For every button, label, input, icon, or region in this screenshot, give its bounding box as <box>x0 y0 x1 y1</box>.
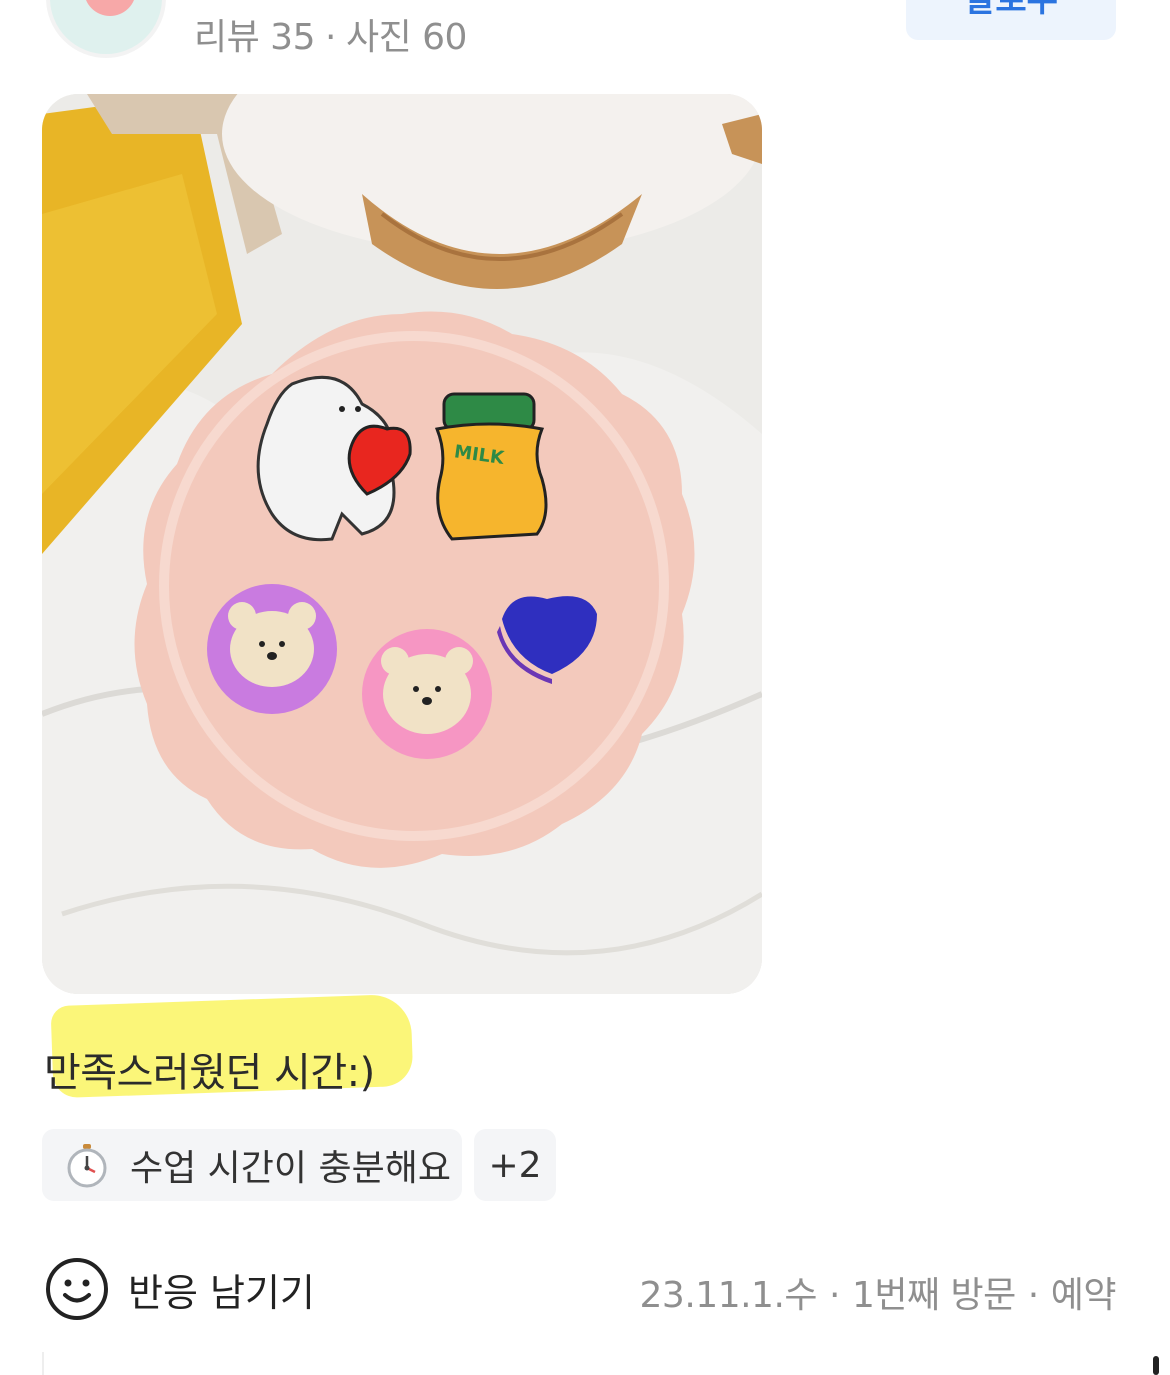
smiley-icon <box>46 1258 108 1320</box>
follow-button[interactable]: 팔로우 <box>906 0 1116 40</box>
scrollbar[interactable] <box>1153 1356 1159 1375</box>
keyword-tag-label: 수업 시간이 충분해요 <box>130 1148 451 1189</box>
more-tags-button[interactable]: +2 <box>474 1129 556 1201</box>
visit-type: 예약 <box>1050 1275 1117 1316</box>
review-photo[interactable]: MILK <box>42 94 762 994</box>
avatar[interactable] <box>46 0 166 58</box>
visit-meta: 23.11.1.수 · 1번째 방문 · 예약 <box>639 1266 1117 1318</box>
leave-reaction-label: 반응 남기기 <box>128 1270 315 1315</box>
meta-separator: · <box>1027 1275 1039 1316</box>
review-photo-image: MILK <box>42 94 762 994</box>
photo-count: 사진 60 <box>345 17 468 58</box>
review-card: 리뷰 35 · 사진 60 팔로우 MILK 만족스러웠던 시간:) 수업 시간… <box>0 0 1170 1375</box>
visit-count: 1번째 방문 <box>851 1275 1016 1316</box>
review-count: 리뷰 35 <box>194 17 316 58</box>
follow-button-label: 팔로우 <box>964 0 1058 20</box>
stopwatch-icon <box>67 1144 107 1188</box>
leave-reaction-button[interactable]: 반응 남기기 <box>44 1254 315 1324</box>
visit-date: 23.11.1.수 <box>639 1275 818 1316</box>
profile-stats: 리뷰 35 · 사진 60 <box>194 8 467 60</box>
meta-separator: · <box>829 1275 840 1316</box>
keyword-tag[interactable]: 수업 시간이 충분해요 <box>42 1129 462 1201</box>
more-tags-label: +2 <box>488 1144 542 1186</box>
review-text: 만족스러웠던 시간:) <box>44 1050 375 1096</box>
next-review-card-edge <box>42 1352 62 1375</box>
stats-separator: · <box>325 17 336 58</box>
avatar-face <box>84 0 136 16</box>
